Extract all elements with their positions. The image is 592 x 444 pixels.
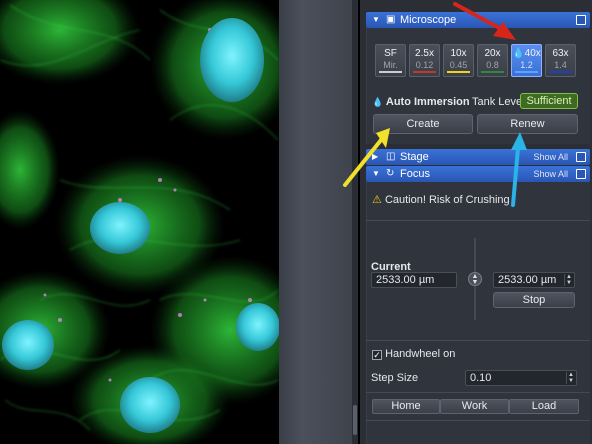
control-panel: ▼ ▣ Microscope SF Mir. 2.5x 0.12 10x 0.45 20x 0… [360, 0, 592, 444]
warning-icon: ⚠ [372, 194, 382, 206]
popout-icon[interactable] [576, 152, 586, 162]
load-button[interactable]: Load [509, 399, 579, 414]
stop-button[interactable]: Stop [493, 292, 575, 308]
step-size-input[interactable]: 0.10 ▲ ▼ [465, 370, 577, 386]
objective-aperture: 0.45 [449, 60, 468, 70]
scrollbar-thumb[interactable] [353, 405, 357, 435]
objective-magnification: 63x [552, 48, 569, 59]
focus-section-header[interactable]: ▼ ↻ Focus Show All [366, 166, 590, 182]
nucleus [200, 18, 264, 102]
collapse-triangle-icon[interactable]: ▼ [372, 12, 380, 28]
section-title: Focus [400, 168, 430, 180]
spinner-arrows-icon[interactable]: ▲ ▼ [564, 274, 573, 286]
objective-aperture: 1.4 [554, 60, 567, 70]
drop-icon: 💧 [372, 97, 384, 107]
popout-icon[interactable] [576, 169, 586, 179]
home-button[interactable]: Home [372, 399, 440, 414]
divider [366, 340, 590, 341]
focus-icon: ↻ [386, 168, 395, 179]
collapse-triangle-icon[interactable]: ▼ [372, 166, 380, 182]
divider [366, 392, 590, 393]
objective-aperture: 0.8 [486, 60, 499, 70]
current-position-field: 2533.00 µm [371, 272, 457, 288]
nucleus [2, 320, 54, 370]
objective-magnification: SF [384, 48, 397, 59]
cell-image-canvas [0, 0, 279, 444]
stage-icon: ◫ [386, 151, 396, 162]
objective-magnification: 2.5x [415, 48, 434, 59]
work-button[interactable]: Work [440, 399, 509, 414]
divider [366, 420, 590, 421]
objective-aperture: Mir. [383, 60, 398, 70]
objective-color-bar [549, 71, 572, 73]
divider [366, 220, 590, 221]
handwheel-checkbox[interactable]: ✓ [372, 350, 382, 360]
nucleus [90, 202, 150, 254]
objective-color-bar [447, 71, 470, 73]
target-position-input[interactable]: 2533.00 µm ▲ ▼ [493, 272, 575, 288]
focus-slider-handle[interactable]: ▲ ▼ [468, 272, 482, 286]
show-all-link[interactable]: Show All [533, 149, 568, 165]
spinner-arrows-icon[interactable]: ▲ ▼ [566, 372, 575, 384]
objective-magnification: 20x [484, 48, 501, 59]
renew-button[interactable]: Renew [477, 114, 578, 134]
expand-triangle-icon[interactable]: ▶ [372, 149, 378, 165]
section-title: Microscope [400, 14, 457, 26]
objective-color-bar [379, 71, 402, 73]
objective-color-bar [413, 71, 436, 73]
objective-aperture: 1.2 [520, 60, 533, 70]
objective-sf-button[interactable]: SF Mir. [375, 44, 406, 77]
objective-color-bar [481, 71, 504, 73]
objective-63x-button[interactable]: 63x 1.4 [545, 44, 576, 77]
section-title: Stage [400, 151, 429, 163]
objective-20x-button[interactable]: 20x 0.8 [477, 44, 508, 77]
objective-2.5x-button[interactable]: 2.5x 0.12 [409, 44, 440, 77]
auto-immersion-label: 💧 Auto Immersion [372, 96, 470, 108]
caution-message: ⚠ Caution! Risk of Crushing [372, 194, 510, 206]
create-button[interactable]: Create [373, 114, 473, 134]
tank-level-label: Tank Level [472, 96, 525, 108]
nucleus [236, 303, 279, 351]
microscope-section-header[interactable]: ▼ ▣ Microscope [366, 12, 590, 28]
nucleus [120, 377, 180, 433]
panel-gutter [279, 0, 358, 444]
handwheel-row: ✓ Handwheel on [372, 348, 456, 360]
objective-color-bar [515, 71, 538, 73]
objective-10x-button[interactable]: 10x 0.45 [443, 44, 474, 77]
popout-icon[interactable] [576, 15, 586, 25]
show-all-link[interactable]: Show All [533, 166, 568, 182]
objective-40x-button[interactable]: 💧40x 1.2 [511, 44, 542, 77]
stage-section-header[interactable]: ▶ ◫ Stage Show All [366, 149, 590, 165]
objective-magnification: 10x [450, 48, 467, 59]
scrollbar-track[interactable] [352, 0, 358, 444]
fluorescence-image [0, 0, 279, 444]
step-size-label: Step Size [371, 372, 419, 384]
objective-aperture: 0.12 [415, 60, 434, 70]
tank-level-status: Sufficient [520, 93, 578, 109]
objective-magnification: 💧40x [512, 48, 541, 59]
microscope-icon: ▣ [386, 14, 396, 25]
